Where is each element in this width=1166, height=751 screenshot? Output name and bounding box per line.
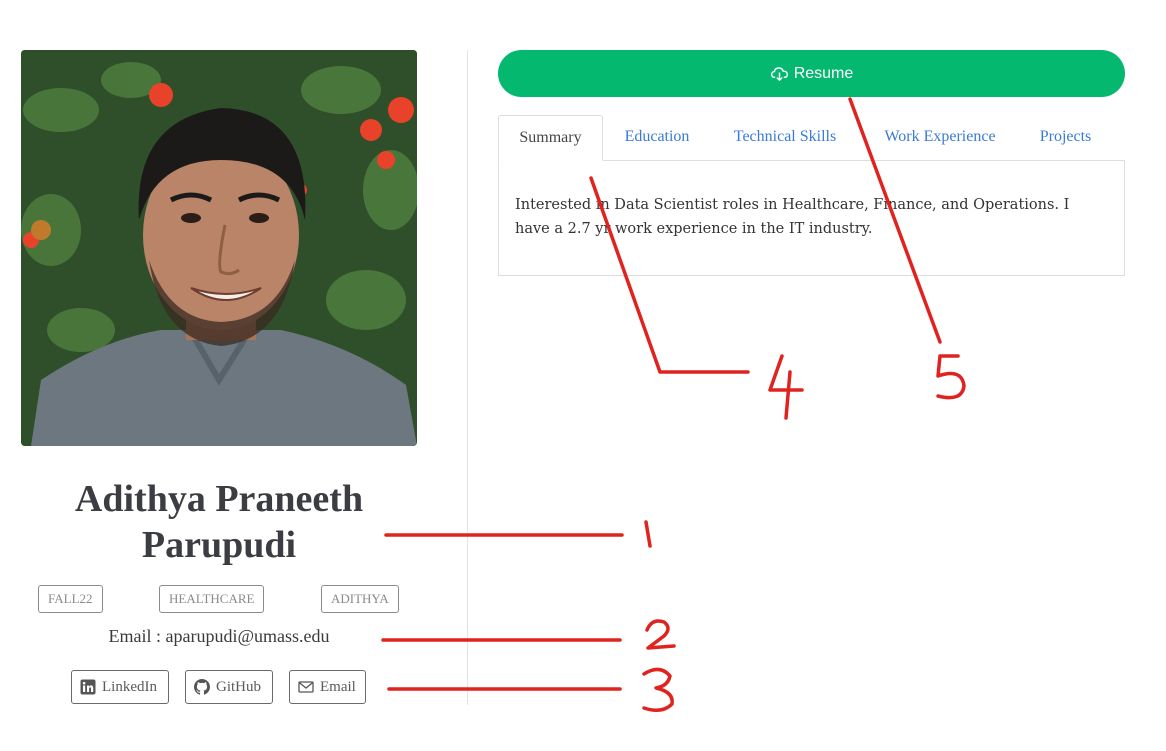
tag-fall22: FALL22 bbox=[38, 585, 103, 613]
mail-icon bbox=[298, 681, 314, 693]
tab-summary[interactable]: Summary bbox=[498, 115, 603, 161]
linkedin-button[interactable]: LinkedIn bbox=[71, 670, 169, 704]
email-label: Email bbox=[320, 678, 356, 695]
linkedin-icon bbox=[80, 679, 96, 695]
summary-panel: Interested in Data Scientist roles in He… bbox=[498, 160, 1125, 276]
annotation-number-2 bbox=[645, 619, 676, 650]
tab-technical-skills[interactable]: Technical Skills bbox=[722, 115, 848, 161]
profile-photo bbox=[21, 50, 417, 446]
annotation-number-1 bbox=[644, 520, 652, 548]
tab-bar: Summary Education Technical Skills Work … bbox=[498, 115, 1125, 161]
annotation-number-5 bbox=[936, 354, 966, 400]
tag-adithya: ADITHYA bbox=[321, 585, 399, 613]
resume-label: Resume bbox=[793, 64, 854, 82]
profile-photo-image bbox=[21, 50, 417, 446]
cloud-download-icon bbox=[770, 67, 788, 82]
tag-healthcare: HEALTHCARE bbox=[159, 585, 265, 613]
profile-name: Adithya Praneeth Parupudi bbox=[74, 478, 364, 566]
tag-list: FALL22 HEALTHCARE ADITHYA bbox=[21, 585, 417, 613]
summary-text: Interested in Data Scientist roles in He… bbox=[515, 197, 1070, 237]
email-button[interactable]: Email bbox=[289, 670, 366, 704]
github-button[interactable]: GitHub bbox=[185, 670, 273, 704]
tab-work-experience[interactable]: Work Experience bbox=[870, 115, 1010, 161]
tab-projects[interactable]: Projects bbox=[1028, 115, 1103, 161]
resume-button[interactable]: Resume bbox=[498, 50, 1125, 97]
annotation-number-3 bbox=[642, 667, 674, 712]
annotation-number-4 bbox=[768, 354, 804, 420]
github-label: GitHub bbox=[216, 678, 261, 695]
column-divider bbox=[467, 50, 468, 705]
github-icon bbox=[194, 679, 210, 695]
tab-education[interactable]: Education bbox=[610, 115, 704, 161]
linkedin-label: LinkedIn bbox=[102, 678, 157, 695]
email-address: Email : aparupudi@umass.edu bbox=[108, 626, 330, 646]
